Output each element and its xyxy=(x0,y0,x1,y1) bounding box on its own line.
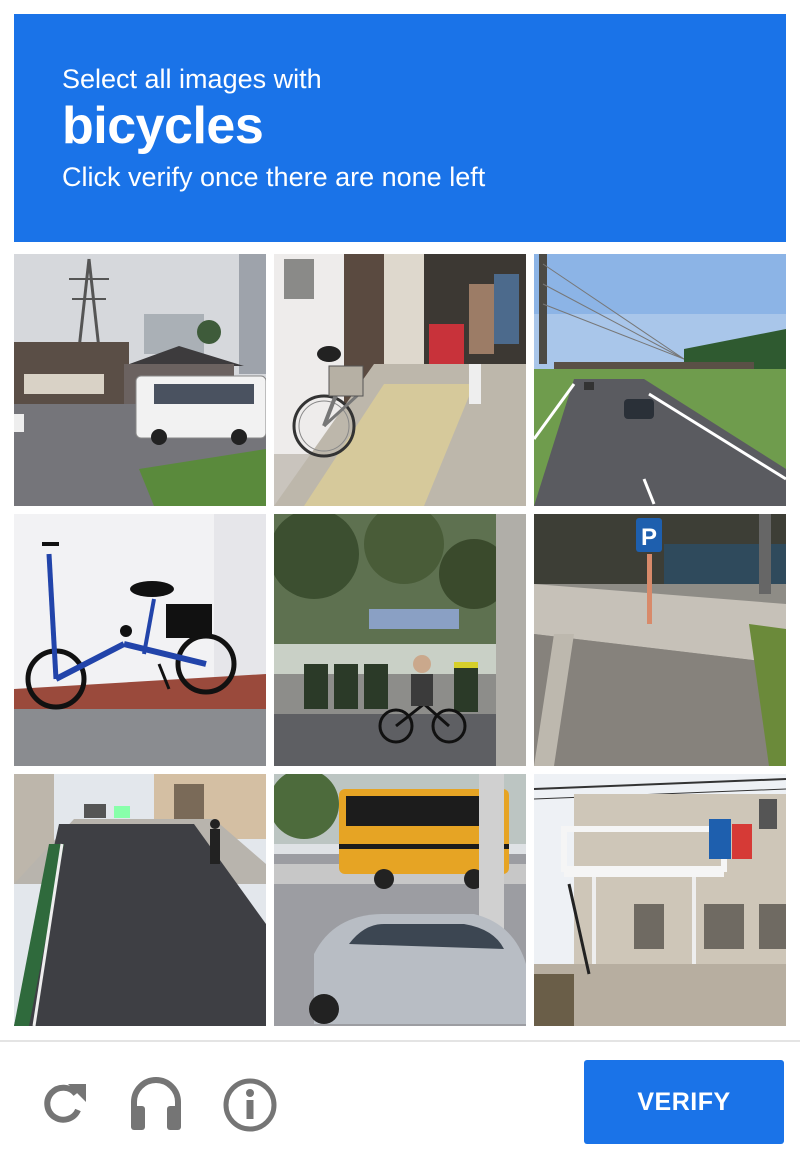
instruction-text: Select all images with xyxy=(62,64,322,94)
tile-3-image xyxy=(534,254,786,506)
headphones-icon-graphic xyxy=(131,1077,181,1130)
footer-divider xyxy=(0,1040,800,1042)
image-grid: P xyxy=(14,254,786,1026)
tile-6-image: P xyxy=(534,514,786,766)
subinstruction-text: Click verify once there are none left xyxy=(62,162,486,192)
verify-button[interactable]: VERIFY xyxy=(584,1060,784,1144)
headphones-icon[interactable] xyxy=(126,1072,186,1136)
tile-9-image xyxy=(534,774,786,1026)
reload-icon[interactable] xyxy=(32,1072,92,1136)
image-tile-6[interactable]: P xyxy=(534,514,786,766)
tile-2-image xyxy=(274,254,526,506)
captcha-header: Select all images with bicycles Click ve… xyxy=(14,14,786,242)
image-tile-5[interactable] xyxy=(274,514,526,766)
image-tile-3[interactable] xyxy=(534,254,786,506)
tile-1-image xyxy=(14,254,266,506)
target-object-text: bicycles xyxy=(62,97,264,155)
image-tile-1[interactable] xyxy=(14,254,266,506)
image-tile-2[interactable] xyxy=(274,254,526,506)
image-tile-4[interactable] xyxy=(14,514,266,766)
reload-icon-graphic xyxy=(44,1084,86,1123)
svg-text:P: P xyxy=(641,524,657,551)
tile-7-image xyxy=(14,774,266,1026)
image-tile-7[interactable] xyxy=(14,774,266,1026)
info-icon[interactable] xyxy=(220,1072,280,1136)
tile-8-image xyxy=(274,774,526,1026)
tile-4-image xyxy=(14,514,266,766)
info-icon-graphic xyxy=(223,1078,277,1132)
image-tile-8[interactable] xyxy=(274,774,526,1026)
tile-5-image xyxy=(274,514,526,766)
image-tile-9[interactable] xyxy=(534,774,786,1026)
